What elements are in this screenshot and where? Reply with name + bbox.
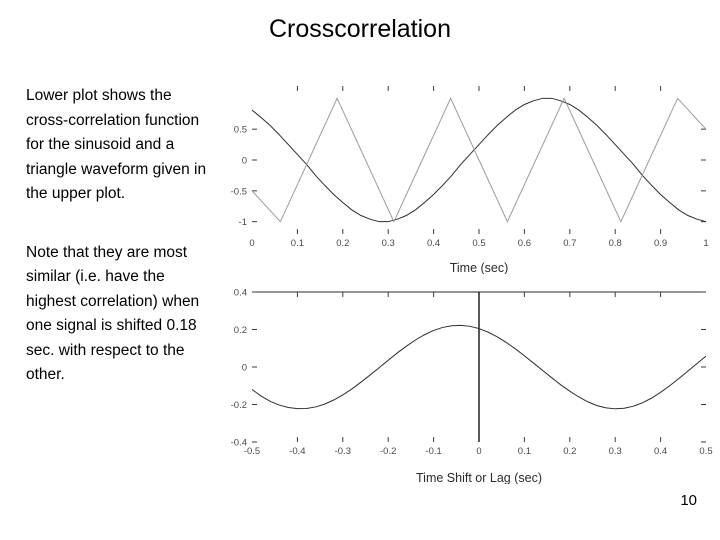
description-paragraph-one: Lower plot shows the cross-correlation f… (26, 87, 207, 202)
x-tick-label: 0.6 (518, 238, 531, 249)
y-tick-label: 0 (242, 363, 247, 374)
x-tick-label: 0.8 (609, 238, 622, 249)
y-tick-label: -0.2 (231, 400, 247, 411)
x-tick-label: 0.5 (472, 238, 485, 249)
y-tick-label: -0.4 (231, 438, 247, 449)
x-tick-label: 0.5 (699, 446, 712, 457)
x-tick-label: 1 (703, 238, 708, 249)
x-tick-label: 0.4 (427, 238, 440, 249)
lower-plot: -0.5 -0.4 -0.3 -0.2 -0.1 0 0.1 0.2 0.3 0.4 0.5 -0.4… (216, 284, 716, 485)
text-column: Lower plot shows the cross-correlation f… (26, 84, 211, 388)
x-tick-label: 0.2 (563, 446, 576, 457)
x-axis-title: Time Shift or Lag (sec) (416, 471, 542, 484)
description-paragraph-two: Note that they are most similar (i.e. ha… (26, 243, 200, 384)
y-tick-label: 0 (242, 156, 247, 167)
x-axis-title: Time (sec) (450, 261, 509, 274)
lower-plot-canvas: -0.5 -0.4 -0.3 -0.2 -0.1 0 0.1 0.2 0.3 0.4 0.5-0.4… (231, 288, 713, 485)
x-tick-label: -0.4 (289, 446, 305, 457)
x-tick-label: 0 (476, 446, 481, 457)
y-tick-label: -1 (239, 217, 247, 228)
x-tick-label: -0.3 (335, 446, 351, 457)
page-title: Crosscorrelation (268, 15, 451, 43)
x-tick-label: 0.3 (382, 238, 395, 249)
x-tick-label: 0.3 (609, 446, 622, 457)
x-tick-label: 0 (249, 238, 254, 249)
x-tick-label: -0.1 (425, 446, 441, 457)
y-tick-label: 0.2 (234, 325, 247, 336)
y-tick-label: 0.5 (234, 125, 247, 136)
upper-plot-canvas: 0 0.1 0.2 0.3 0.4 0.5 0.6 0.7 0.8 0.9 1 -1 -0.5 0 0.5 T… (231, 86, 709, 274)
upper-plot: 0 0.1 0.2 0.3 0.4 0.5 0.6 0.7 0.8 0.9 1 -1 -0.5 0 0.5 T… (216, 78, 716, 274)
x-tick-label: 0.1 (291, 238, 304, 249)
x-tick-label: 0.2 (336, 238, 349, 249)
x-tick-label: 0.4 (654, 446, 667, 457)
x-tick-label: 0.7 (563, 238, 576, 249)
x-tick-label: 0.1 (518, 446, 531, 457)
series-triangle-waveform (251, 97, 707, 223)
y-tick-label: 0.4 (234, 288, 247, 299)
page-number: 10 (680, 492, 697, 509)
x-tick-label: 0.9 (654, 238, 667, 249)
x-tick-label: -0.2 (380, 446, 396, 457)
y-tick-label: -0.5 (231, 186, 247, 197)
